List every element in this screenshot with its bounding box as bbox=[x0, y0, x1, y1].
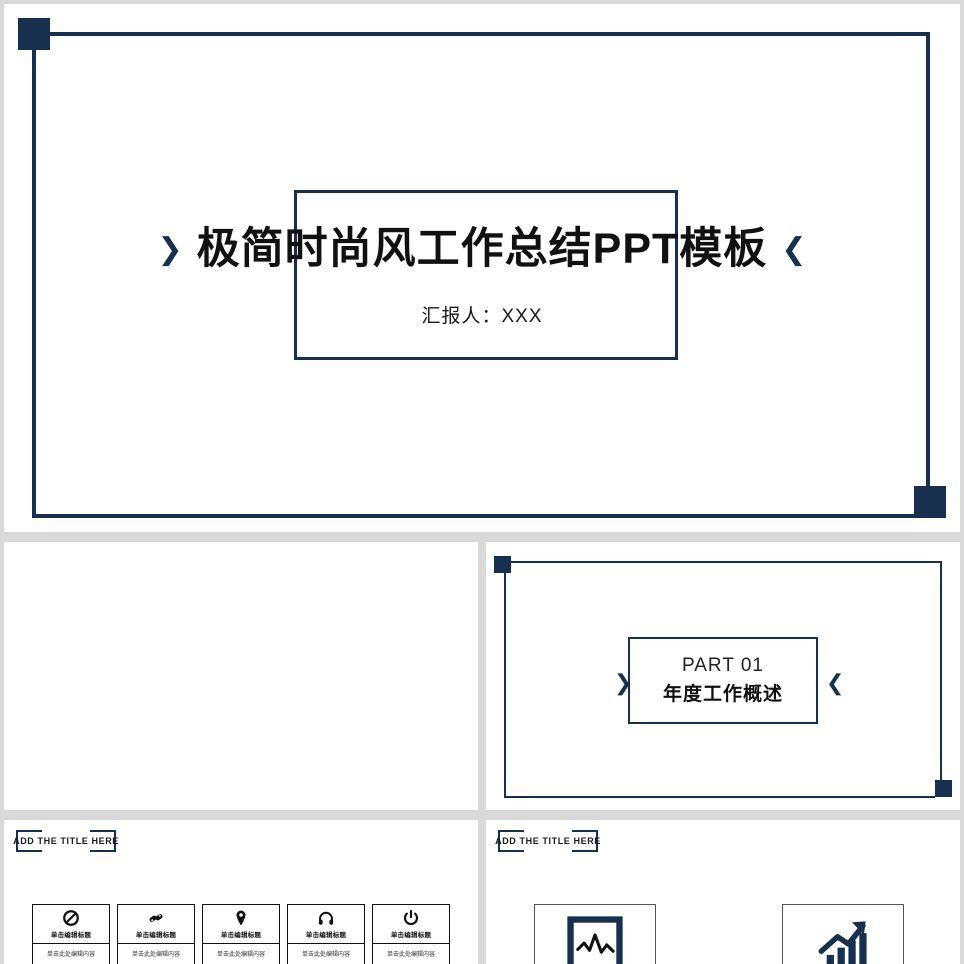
icon-card[interactable]: 单击编辑标题 单击此处编辑内容 bbox=[287, 904, 365, 964]
icon-card-header: 单击编辑标题 bbox=[373, 905, 449, 944]
icon-card-body: 单击此处编辑内容 bbox=[118, 944, 194, 964]
frame-line-bottom bbox=[504, 796, 935, 798]
section-divider-slide[interactable]: PART 01 年度工作概述 ❯ ❮ bbox=[486, 542, 960, 810]
icon-card-desc: 单击此处编辑内容 bbox=[301, 952, 350, 958]
chevron-left-icon: ❮ bbox=[826, 670, 845, 695]
icon-card[interactable]: 单击编辑标题 单击此处编辑内容 bbox=[32, 904, 110, 964]
icon-card-header: 单击编辑标题 bbox=[288, 905, 364, 944]
tag-frame: ADD THE TITLE HERE bbox=[495, 830, 601, 852]
content-slide[interactable]: ❯ CONTENT ❮ 01、年度工作概述 02、工作完成情况 03、工作存在不… bbox=[4, 542, 478, 810]
section-number-label: PART 01 bbox=[682, 655, 764, 676]
line-chart-frame-icon bbox=[567, 916, 623, 964]
title-row: ❯ 极简时尚风工作总结PPT模板 ❮ bbox=[4, 225, 960, 273]
icon-card[interactable]: 单击编辑标题 单击此处编辑内容 bbox=[117, 904, 195, 964]
corner-square-top-left bbox=[494, 556, 511, 573]
icon-card-label: 单击编辑标题 bbox=[220, 932, 262, 939]
icon-card-desc: 单击此处编辑内容 bbox=[46, 952, 95, 958]
icon-card-label: 单击编辑标题 bbox=[135, 932, 177, 939]
section-title: 年度工作概述 bbox=[662, 684, 783, 705]
slide-tag-header: ADD THE TITLE HERE bbox=[495, 830, 601, 857]
chart-card[interactable] bbox=[534, 904, 656, 964]
chevron-left-icon: ❮ bbox=[781, 232, 807, 266]
slide-deck: ❯ 极简时尚风工作总结PPT模板 ❮ 汇报人：XXX ❯ CONTENT ❮ bbox=[0, 0, 964, 964]
corner-square-top-left bbox=[18, 18, 50, 50]
slide-tag-text: ADD THE TITLE HERE bbox=[495, 836, 601, 846]
frame-line-left bbox=[32, 50, 36, 518]
title-subtitle: 汇报人：XXX bbox=[421, 306, 543, 327]
frame-line-top bbox=[50, 32, 930, 36]
title-inner-box bbox=[294, 190, 678, 360]
icon-cards-slide[interactable]: ADD THE TITLE HERE 单击编辑标题 单击此处编辑内容 单击编辑标… bbox=[4, 820, 478, 964]
icon-card-desc: 单击此处编辑内容 bbox=[131, 952, 180, 958]
tag-frame: ADD THE TITLE HERE bbox=[13, 830, 119, 852]
icon-card-label: 单击编辑标题 bbox=[50, 932, 92, 939]
icon-card-body: 单击此处编辑内容 bbox=[203, 944, 279, 964]
slide-tag-header: ADD THE TITLE HERE bbox=[13, 830, 119, 857]
chart-card[interactable] bbox=[782, 904, 904, 964]
icon-card-desc: 单击此处编辑内容 bbox=[216, 952, 265, 958]
icon-card-body: 单击此处编辑内容 bbox=[33, 944, 109, 964]
frame-line-left bbox=[504, 563, 506, 798]
chart-cards-slide[interactable]: ADD THE TITLE HERE bbox=[486, 820, 960, 964]
title-slide[interactable]: ❯ 极简时尚风工作总结PPT模板 ❮ 汇报人：XXX bbox=[4, 4, 960, 532]
frame-line-right bbox=[940, 561, 942, 789]
icon-card-body: 单击此处编辑内容 bbox=[373, 944, 449, 964]
tag-wrap: ADD THE TITLE HERE bbox=[495, 830, 601, 852]
icon-card-header: 单击编辑标题 bbox=[118, 905, 194, 944]
page-title: 极简时尚风工作总结PPT模板 bbox=[196, 225, 768, 273]
section-text-wrap: PART 01 年度工作概述 bbox=[628, 637, 818, 724]
icon-card-header: 单击编辑标题 bbox=[203, 905, 279, 944]
tag-wrap: ADD THE TITLE HERE bbox=[13, 830, 119, 852]
corner-square-bottom-right bbox=[914, 486, 946, 518]
headphones-icon bbox=[318, 911, 334, 925]
icon-card[interactable]: 单击编辑标题 单击此处编辑内容 bbox=[372, 904, 450, 964]
prohibition-icon bbox=[63, 910, 79, 926]
power-button-icon bbox=[404, 909, 418, 925]
link-chain-icon bbox=[149, 914, 163, 922]
icon-card-body: 单击此处编辑内容 bbox=[288, 944, 364, 964]
icon-card-desc: 单击此处编辑内容 bbox=[386, 952, 435, 958]
chart-card-list bbox=[534, 904, 954, 964]
icon-card-label: 单击编辑标题 bbox=[390, 932, 432, 939]
corner-square-bottom-right bbox=[935, 780, 952, 797]
slide-tag-text: ADD THE TITLE HERE bbox=[13, 836, 119, 846]
frame-line-top bbox=[511, 561, 942, 563]
chevron-right-icon: ❯ bbox=[157, 232, 183, 266]
chevron-right-icon: ❯ bbox=[614, 670, 633, 695]
icon-card[interactable]: 单击编辑标题 单击此处编辑内容 bbox=[202, 904, 280, 964]
icon-card-list: 单击编辑标题 单击此处编辑内容 单击编辑标题 单击此处编辑内容 单击编辑标题 单… bbox=[32, 904, 452, 964]
location-pin-icon bbox=[236, 910, 246, 926]
frame-line-bottom bbox=[32, 514, 916, 518]
icon-card-label: 单击编辑标题 bbox=[305, 932, 347, 939]
growth-bar-chart-icon bbox=[818, 921, 867, 964]
icon-card-header: 单击编辑标题 bbox=[33, 905, 109, 944]
